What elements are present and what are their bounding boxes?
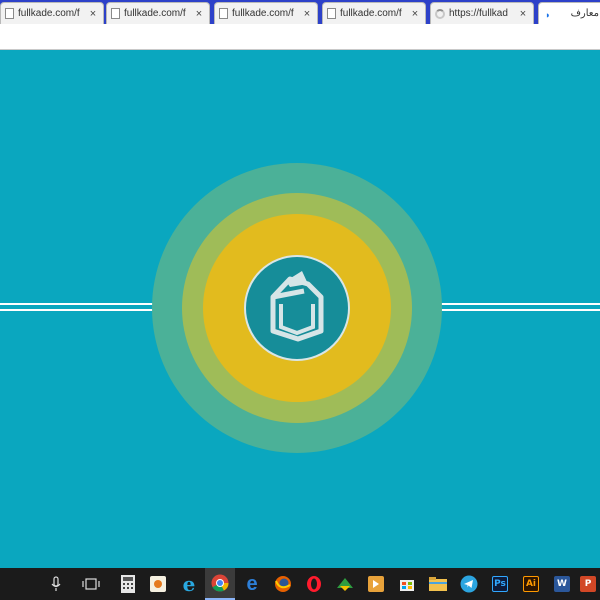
telegram-icon[interactable] <box>454 568 484 600</box>
page-icon <box>219 8 228 19</box>
chrome-icon[interactable] <box>205 568 235 600</box>
store-icon[interactable] <box>392 568 422 600</box>
tab-title: fullkade.com/f <box>340 8 402 19</box>
media-player-icon[interactable] <box>143 568 173 600</box>
close-tab-icon[interactable]: × <box>517 8 529 20</box>
close-tab-icon[interactable]: × <box>409 8 421 20</box>
browser-tab-active[interactable]: ◗ معارف <box>538 2 600 24</box>
browser-tab-bar: fullkade.com/f × fullkade.com/f × fullka… <box>0 0 600 24</box>
browser-tab[interactable]: fullkade.com/f × <box>214 2 318 24</box>
page-content <box>0 50 600 568</box>
windows-taskbar: e e Ps Ai W P <box>0 568 600 600</box>
browser-tab-loading[interactable]: https://fullkad × <box>430 2 534 24</box>
close-tab-icon[interactable]: × <box>193 8 205 20</box>
illustrator-icon[interactable]: Ai <box>516 568 546 600</box>
file-explorer-icon[interactable] <box>423 568 453 600</box>
logo <box>244 255 350 361</box>
tab-title: https://fullkad <box>449 8 508 19</box>
firefox-icon[interactable] <box>268 568 298 600</box>
tab-title: fullkade.com/f <box>232 8 294 19</box>
powerpoint-icon[interactable]: P <box>576 568 600 600</box>
close-tab-icon[interactable]: × <box>301 8 313 20</box>
tab-title: fullkade.com/f <box>18 8 80 19</box>
book-house-icon <box>270 271 324 342</box>
loading-spinner-icon <box>435 8 445 19</box>
microphone-icon[interactable] <box>41 568 71 600</box>
calculator-icon[interactable] <box>113 568 143 600</box>
tab-title: معارف <box>570 8 599 19</box>
close-tab-icon[interactable]: × <box>87 8 99 20</box>
internet-explorer-icon[interactable]: e <box>174 568 204 600</box>
page-icon <box>327 8 336 19</box>
browser-tab[interactable]: fullkade.com/f × <box>106 2 210 24</box>
tab-title: fullkade.com/f <box>124 8 186 19</box>
browser-toolbar[interactable] <box>0 24 600 50</box>
photoshop-icon[interactable]: Ps <box>485 568 515 600</box>
word-icon[interactable]: W <box>547 568 577 600</box>
task-view-icon[interactable] <box>76 568 106 600</box>
network-app-icon[interactable] <box>330 568 360 600</box>
edge-icon[interactable]: e <box>237 568 267 600</box>
video-player-icon[interactable] <box>361 568 391 600</box>
page-icon <box>5 8 14 19</box>
page-icon <box>111 8 120 19</box>
opera-icon[interactable] <box>299 568 329 600</box>
blue-loading-icon: ◗ <box>545 9 551 20</box>
browser-tab[interactable]: fullkade.com/f × <box>322 2 426 24</box>
browser-tab[interactable]: fullkade.com/f × <box>0 2 104 24</box>
